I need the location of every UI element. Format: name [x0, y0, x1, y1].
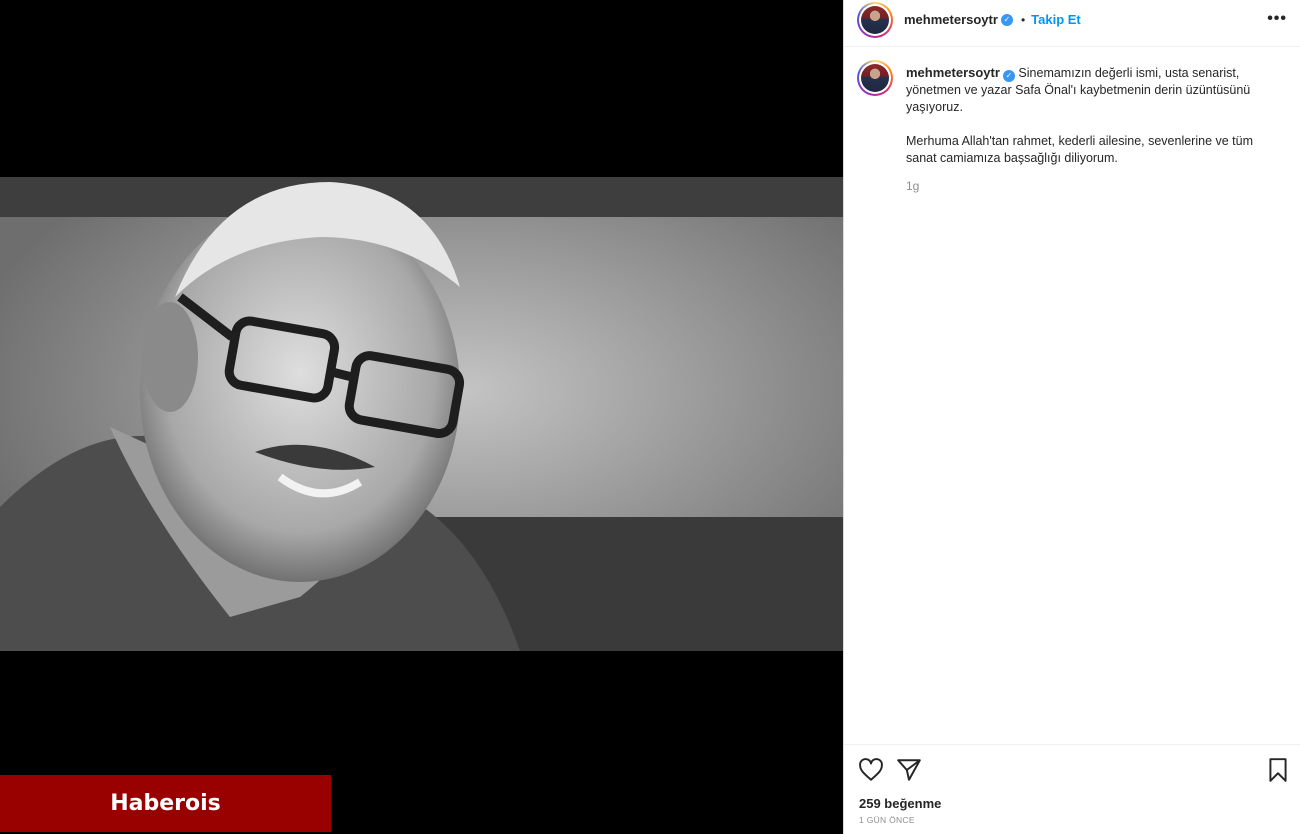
watermark-badge: Haberois — [0, 775, 331, 832]
caption-avatar-image — [861, 64, 889, 92]
follow-button[interactable]: Takip Et — [1031, 12, 1081, 27]
caption-timestamp[interactable]: 1g — [906, 178, 1271, 195]
caption-username[interactable]: mehmetersoytr — [906, 65, 1000, 80]
post-side-panel: mehmetersoytr ✓ • Takip Et ••• mehmeters… — [843, 0, 1300, 834]
caption-avatar[interactable] — [857, 60, 893, 96]
post-photo — [0, 177, 843, 651]
verified-badge-icon: ✓ — [1000, 13, 1013, 26]
post-date: 1 GÜN ÖNCE — [859, 815, 915, 825]
caption-text: mehmetersoytr ✓ Sinemamızın değerli ismi,… — [906, 64, 1271, 195]
author-avatar[interactable] — [857, 2, 893, 38]
post-header: mehmetersoytr ✓ • Takip Et ••• — [844, 0, 1300, 47]
separator-dot: • — [1020, 12, 1026, 27]
action-bar: 259 beğenme 1 GÜN ÖNCE — [844, 744, 1300, 834]
caption-verified-badge-icon: ✓ — [1002, 69, 1015, 82]
caption-paragraph-1: mehmetersoytr ✓ Sinemamızın değerli ismi,… — [906, 64, 1271, 116]
post-media[interactable]: Haberois — [0, 0, 843, 834]
header-user: mehmetersoytr ✓ • Takip Et — [904, 12, 1081, 27]
like-count[interactable]: 259 beğenme — [859, 796, 941, 811]
portrait-illustration — [0, 177, 843, 651]
more-options-icon[interactable]: ••• — [1267, 10, 1287, 28]
avatar-image — [861, 6, 889, 34]
bookmark-icon[interactable] — [1265, 757, 1291, 783]
header-username[interactable]: mehmetersoytr — [904, 12, 998, 27]
heart-icon[interactable] — [858, 757, 884, 783]
caption-line-2: Merhuma Allah'tan rahmet, kederli ailesi… — [906, 134, 1254, 165]
paper-plane-icon[interactable] — [896, 757, 922, 783]
